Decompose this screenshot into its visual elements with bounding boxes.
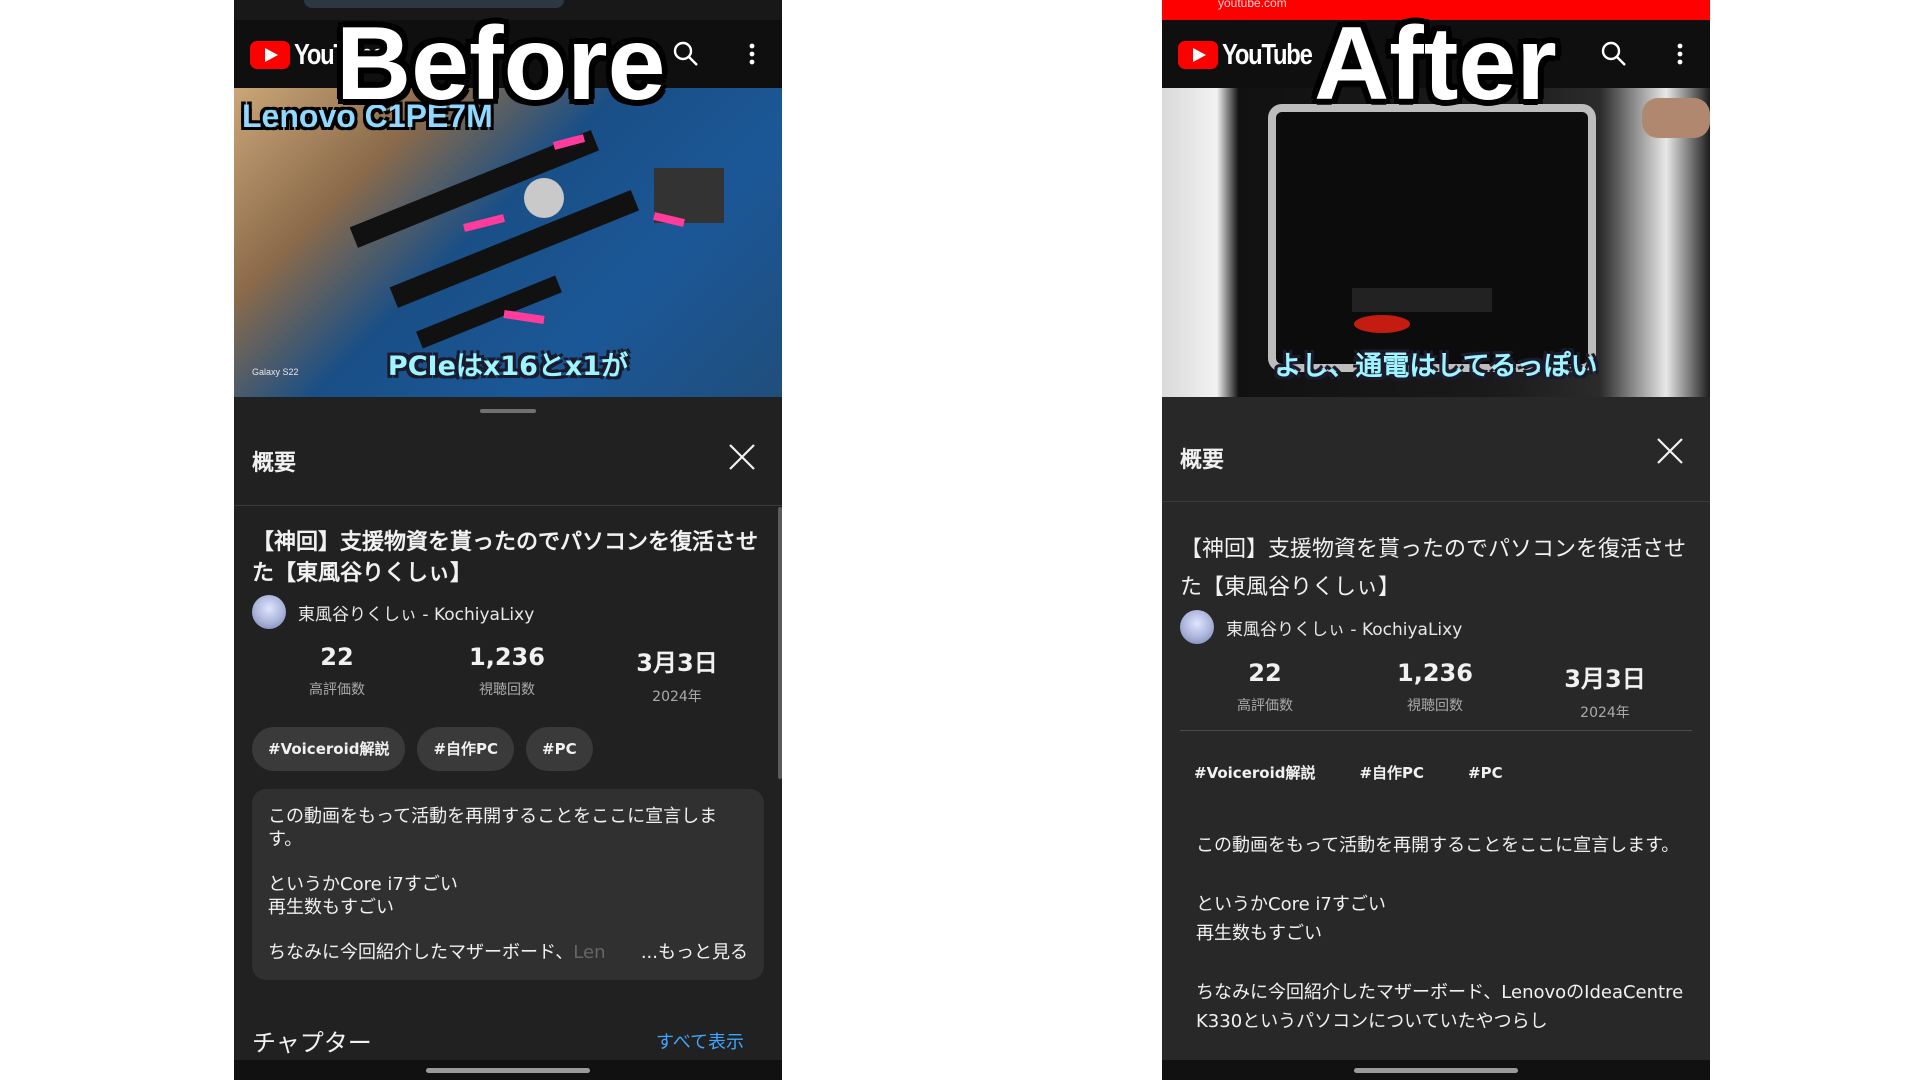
views-value: 1,236 (1397, 659, 1473, 687)
chapters-title: チャプター (252, 1029, 372, 1057)
channel-name: 東風谷りくしぃ - KochiyaLixy (298, 604, 535, 625)
video-caption: よし、通電はしてるっぽい (1274, 351, 1598, 382)
scrollbar[interactable] (778, 507, 782, 779)
description-paragraph: ちなみに今回紹介したマザーボード、LenovoのIdeaCentre K330と… (1196, 982, 1684, 1032)
navigation-bar (234, 1060, 782, 1080)
search-icon[interactable] (1598, 38, 1630, 70)
description-paragraph: というかCore i7すごい 再生数もすごい (1196, 894, 1386, 944)
hashtag-chip[interactable]: #自作PC (417, 727, 515, 771)
close-icon[interactable] (728, 443, 756, 471)
likes-label: 高評価数 (1237, 698, 1293, 714)
description-panel: 概要 【神回】支援物資を貰ったのでパソコンを復活させた【東風谷りくしぃ】 東風谷… (1162, 397, 1710, 1080)
views-stat: 1,236 視聴回数 (422, 643, 592, 706)
hashtag-chip[interactable]: #Voiceroid解説 (252, 727, 406, 771)
video-title: 【神回】支援物資を貰ったのでパソコンを復活させた【東風谷りくしぃ】 (252, 530, 759, 586)
youtube-logo-text: YouTube (1222, 38, 1313, 71)
video-player[interactable]: よし、通電はしてるっぽい (1162, 88, 1710, 397)
hashtag-chip[interactable]: #自作PC (1345, 751, 1438, 795)
youtube-play-icon (1178, 41, 1218, 69)
after-label: After (1314, 6, 1557, 122)
show-all-link[interactable]: すべて表示 (656, 1028, 744, 1054)
video-player[interactable]: Lenovo C1PE7M Galaxy S22 PCIeはx16とx1が (234, 88, 782, 397)
panel-title: 概要 (252, 451, 297, 476)
navigation-bar (1162, 1060, 1710, 1080)
channel-row[interactable]: 東風谷りくしぃ - KochiyaLixy (252, 595, 534, 629)
description-paragraph: この動画をもって活動を再開することをここに宣言します。 (1196, 835, 1680, 856)
avatar[interactable] (1180, 610, 1214, 644)
url-text: youtube.com (1218, 0, 1287, 10)
stats-row: 22 高評価数 1,236 視聴回数 3月3日 2024年 (1180, 659, 1690, 722)
hashtag-chip[interactable]: #PC (1454, 751, 1517, 795)
description-last-line: ちなみに今回紹介したマザーボード、Len ...もっと見る (268, 941, 748, 964)
stats-divider (1180, 730, 1692, 731)
likes-value: 22 (1248, 659, 1282, 687)
date-label: 2024年 (1580, 705, 1630, 721)
description-paragraph: この動画をもって活動を再開することをここに宣言します。 (268, 806, 718, 850)
show-more-link[interactable]: ...もっと見る (641, 941, 748, 964)
hashtag-chip[interactable]: #Voiceroid解説 (1180, 751, 1329, 795)
description-paragraph: というかCore i7すごい 再生数もすごい (268, 874, 458, 918)
hashtag-row: #Voiceroid解説 #自作PC #PC (252, 727, 593, 771)
date-label: 2024年 (652, 689, 702, 705)
video-title: 【神回】支援物資を貰ったのでパソコンを復活させた【東風谷りくしぃ】 (1180, 537, 1687, 600)
date-stat: 3月3日 2024年 (1520, 659, 1690, 722)
likes-value: 22 (320, 643, 354, 671)
hashtag-row: #Voiceroid解説 #自作PC #PC (1180, 751, 1521, 795)
views-label: 視聴回数 (479, 682, 535, 698)
date-stat: 3月3日 2024年 (592, 643, 762, 706)
likes-stat: 22 高評価数 (252, 643, 422, 706)
panel-header: 概要 (1162, 397, 1710, 502)
home-indicator[interactable] (1354, 1068, 1518, 1073)
youtube-play-icon (250, 41, 290, 69)
description-panel: 概要 【神回】支援物資を貰ったのでパソコンを復活させた【東風谷りくしぃ】 東風谷… (234, 397, 782, 1080)
chapters-header: チャプター すべて表示 (252, 1023, 744, 1058)
date-value: 3月3日 (1564, 665, 1646, 693)
home-indicator[interactable] (426, 1068, 590, 1073)
channel-row[interactable]: 東風谷りくしぃ - KochiyaLixy (1180, 610, 1462, 644)
likes-label: 高評価数 (309, 682, 365, 698)
close-icon[interactable] (1656, 437, 1684, 465)
panel-header: 概要 (234, 397, 782, 506)
before-label: Before (336, 6, 666, 122)
likes-stat: 22 高評価数 (1180, 659, 1350, 722)
description-text[interactable]: この動画をもって活動を再開することをここに宣言します。 というかCore i7す… (1180, 831, 1702, 1066)
views-value: 1,236 (469, 643, 545, 671)
avatar[interactable] (252, 595, 286, 629)
after-phone-screen: youtube.com YouTube After よし、通電はしてるっぽい 概… (1162, 0, 1710, 1080)
search-icon[interactable] (670, 38, 702, 70)
stats-row: 22 高評価数 1,236 視聴回数 3月3日 2024年 (252, 643, 762, 706)
views-stat: 1,236 視聴回数 (1350, 659, 1520, 722)
youtube-logo[interactable]: YouTube (1178, 38, 1331, 71)
date-value: 3月3日 (636, 649, 718, 677)
description-fade: Len (573, 942, 606, 963)
more-vert-icon[interactable] (736, 38, 768, 70)
channel-name: 東風谷りくしぃ - KochiyaLixy (1226, 619, 1463, 640)
panel-title: 概要 (1180, 448, 1225, 473)
description-box[interactable]: この動画をもって活動を再開することをここに宣言します。 というかCore i7す… (252, 789, 764, 980)
video-caption: PCIeはx16とx1が (387, 351, 629, 382)
hashtag-chip[interactable]: #PC (526, 727, 593, 771)
views-label: 視聴回数 (1407, 698, 1463, 714)
before-phone-screen: YouTube Before Lenovo C1PE7M Galaxy S22 … (234, 0, 782, 1080)
description-truncated: ちなみに今回紹介したマザーボード、 (268, 942, 574, 963)
more-vert-icon[interactable] (1664, 38, 1696, 70)
